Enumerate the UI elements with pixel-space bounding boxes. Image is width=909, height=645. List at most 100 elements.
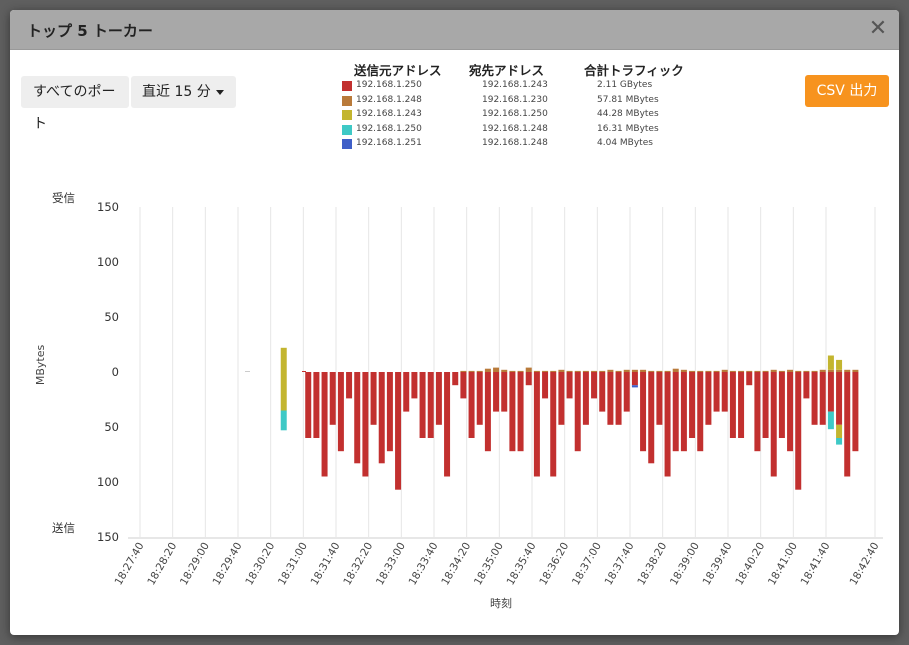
x-tick-label: 18:28:20 (145, 541, 179, 588)
bar-receive (468, 370, 475, 372)
close-icon[interactable]: ✕ (867, 17, 889, 41)
bar-receive (689, 370, 696, 372)
y-bottom-label: 送信 (52, 521, 75, 535)
bar-transmit (705, 372, 712, 425)
bar-transmit (419, 372, 426, 438)
bar-transmit (591, 372, 598, 399)
bar-receive (574, 370, 581, 372)
y-tick-label: 50 (104, 310, 119, 324)
bar-receive (591, 370, 598, 372)
bar-receive (607, 369, 614, 372)
y-tick-label: 150 (97, 530, 119, 544)
dialog-header: トップ 5 トーカー ✕ (10, 10, 899, 50)
bar-receive (664, 370, 671, 372)
x-tick-label: 18:36:20 (537, 541, 571, 588)
x-tick-label: 18:33:00 (374, 541, 408, 588)
bar-transmit (836, 372, 843, 425)
bar-transmit (778, 372, 785, 438)
bar-receive (836, 359, 843, 370)
bar-transmit (533, 372, 540, 477)
bar-transmit (411, 372, 418, 399)
bar-transmit (452, 372, 459, 386)
bar-transmit (827, 372, 834, 412)
bar-transmit (468, 372, 475, 438)
bar-transmit (697, 372, 704, 452)
bar-receive (525, 367, 532, 372)
bar-receive (493, 367, 500, 372)
bar-transmit (501, 372, 508, 412)
bar-receive (672, 368, 679, 372)
x-tick-label: 18:39:00 (668, 541, 702, 588)
traffic-chart: 15010050050100150 18:27:4018:28:2018:29:… (34, 191, 883, 610)
bar-transmit (640, 372, 647, 452)
x-tick-label: 18:32:20 (341, 541, 375, 588)
bar-transmit (631, 385, 638, 388)
bar-receive (615, 370, 622, 372)
bar-receive (819, 369, 826, 372)
bar-transmit (435, 372, 442, 425)
bar-transmit (819, 372, 826, 425)
y-tick-label: 150 (97, 200, 119, 214)
y-tick-label: 0 (112, 365, 119, 379)
bar-receive (827, 369, 834, 372)
x-tick-label: 18:31:40 (309, 541, 343, 588)
bar-transmit (509, 372, 516, 452)
y-axis: 150 100 50 0 50 100 150 (97, 200, 119, 544)
bar-transmit (836, 438, 843, 445)
bar-receive (558, 369, 565, 372)
bar-transmit (329, 372, 336, 425)
bar-transmit (803, 372, 810, 399)
bar-receive (640, 369, 647, 372)
bar-receive (280, 347, 287, 372)
bar-transmit (648, 372, 655, 464)
bar-transmit (762, 372, 769, 438)
bar-transmit (827, 411, 834, 430)
bar-transmit (680, 372, 687, 452)
bar-transmit (476, 372, 483, 425)
x-tick-label: 18:40:20 (733, 541, 767, 588)
bar-receive (631, 369, 638, 372)
bar-transmit (370, 372, 377, 425)
bar-receive (778, 370, 785, 372)
y-top-label: 受信 (52, 191, 75, 205)
bar-receive (680, 369, 687, 372)
bar-transmit (550, 372, 557, 477)
bar-transmit (517, 372, 524, 452)
bar-transmit (852, 372, 859, 452)
bar-transmit (346, 372, 353, 399)
bar-receive (582, 370, 589, 372)
bar-transmit (811, 372, 818, 425)
bar-transmit (770, 372, 777, 477)
x-tick-label: 18:31:00 (276, 541, 310, 588)
bar-receive (517, 370, 524, 372)
bar-transmit (729, 372, 736, 438)
bar-transmit (493, 372, 500, 412)
bar-receive (852, 369, 859, 372)
x-tick-label: 18:35:00 (472, 541, 506, 588)
bar-transmit (305, 372, 312, 438)
bar-receive (787, 369, 794, 372)
x-tick-label: 18:30:20 (243, 541, 277, 588)
x-tick-label: 18:35:40 (505, 541, 539, 588)
bar-transmit (444, 372, 451, 477)
x-tick-label: 18:38:20 (635, 541, 669, 588)
bar-transmit (721, 372, 728, 412)
bar-receive (803, 370, 810, 372)
bar-receive (656, 370, 663, 372)
bar-receive (770, 369, 777, 372)
bar-transmit (689, 372, 696, 438)
bar-receive (697, 370, 704, 372)
x-tick-label: 18:34:20 (439, 541, 473, 588)
bar-transmit (337, 372, 344, 452)
bar-transmit (754, 372, 761, 452)
bar-transmit (484, 372, 491, 452)
bar-receive (623, 369, 630, 372)
bar-transmit (280, 410, 287, 431)
dialog-title: トップ 5 トーカー (27, 22, 153, 40)
bar-transmit (787, 372, 794, 452)
bar-transmit (427, 372, 434, 438)
bar-receive (705, 370, 712, 372)
bar-transmit (599, 372, 606, 412)
x-tick-label: 18:33:40 (407, 541, 441, 588)
bar-receive (836, 369, 843, 372)
